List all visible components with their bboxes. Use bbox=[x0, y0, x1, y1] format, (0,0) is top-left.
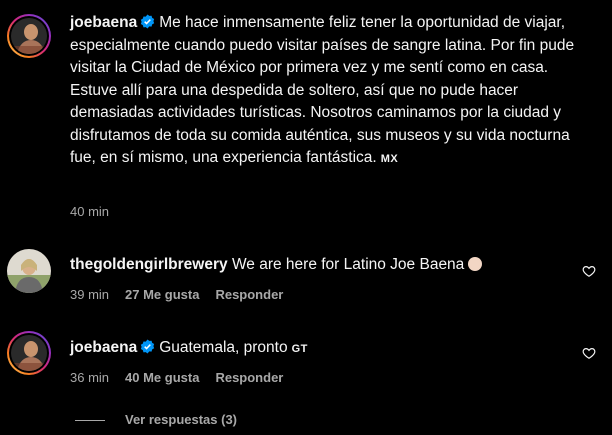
comment-meta: 36 min 40 Me gusta Responder bbox=[70, 370, 299, 385]
divider bbox=[75, 420, 105, 422]
username[interactable]: thegoldengirlbrewery bbox=[70, 256, 228, 273]
timestamp: 39 min bbox=[70, 287, 110, 302]
comment-text: joebaena Guatemala, pronto GT bbox=[70, 337, 580, 361]
reply-button[interactable]: Responder bbox=[215, 370, 283, 385]
avatar-image bbox=[11, 335, 47, 371]
avatar[interactable] bbox=[7, 249, 51, 293]
verified-badge-icon bbox=[141, 339, 155, 354]
heart-icon[interactable] bbox=[582, 264, 596, 278]
comment-body: Guatemala, pronto bbox=[159, 339, 288, 356]
comment-body: Me hace inmensamente feliz tener la opor… bbox=[70, 14, 575, 166]
likes-count[interactable]: 40 Me gusta bbox=[125, 370, 199, 385]
avatar-image bbox=[11, 18, 47, 54]
timestamp: 40 min bbox=[70, 204, 110, 219]
avatar[interactable] bbox=[7, 331, 51, 375]
comment-meta: 40 min bbox=[70, 204, 125, 219]
verified-badge-icon bbox=[141, 14, 155, 29]
comment-meta: 39 min 27 Me gusta Responder bbox=[70, 287, 299, 302]
username[interactable]: joebaena bbox=[70, 339, 137, 356]
likes-count[interactable]: 27 Me gusta bbox=[125, 287, 199, 302]
reply-button[interactable]: Responder bbox=[215, 287, 283, 302]
view-replies-label[interactable]: Ver respuestas (3) bbox=[125, 412, 237, 427]
comment-body: We are here for Latino Joe Baena bbox=[231, 256, 465, 273]
view-replies-button[interactable]: Ver respuestas (3) bbox=[75, 412, 237, 427]
heart-icon[interactable] bbox=[582, 346, 596, 360]
username[interactable]: joebaena bbox=[70, 14, 137, 31]
timestamp: 36 min bbox=[70, 370, 110, 385]
comment-text: thegoldengirlbrewery We are here for Lat… bbox=[70, 254, 580, 277]
country-flag: MX bbox=[380, 153, 399, 165]
comment-text: joebaena Me hace inmensamente feliz tener… bbox=[70, 12, 580, 171]
country-flag: GT bbox=[291, 343, 308, 355]
avatar[interactable] bbox=[7, 14, 51, 58]
avatar-image bbox=[7, 249, 51, 293]
clapping-hands-icon bbox=[468, 257, 483, 271]
